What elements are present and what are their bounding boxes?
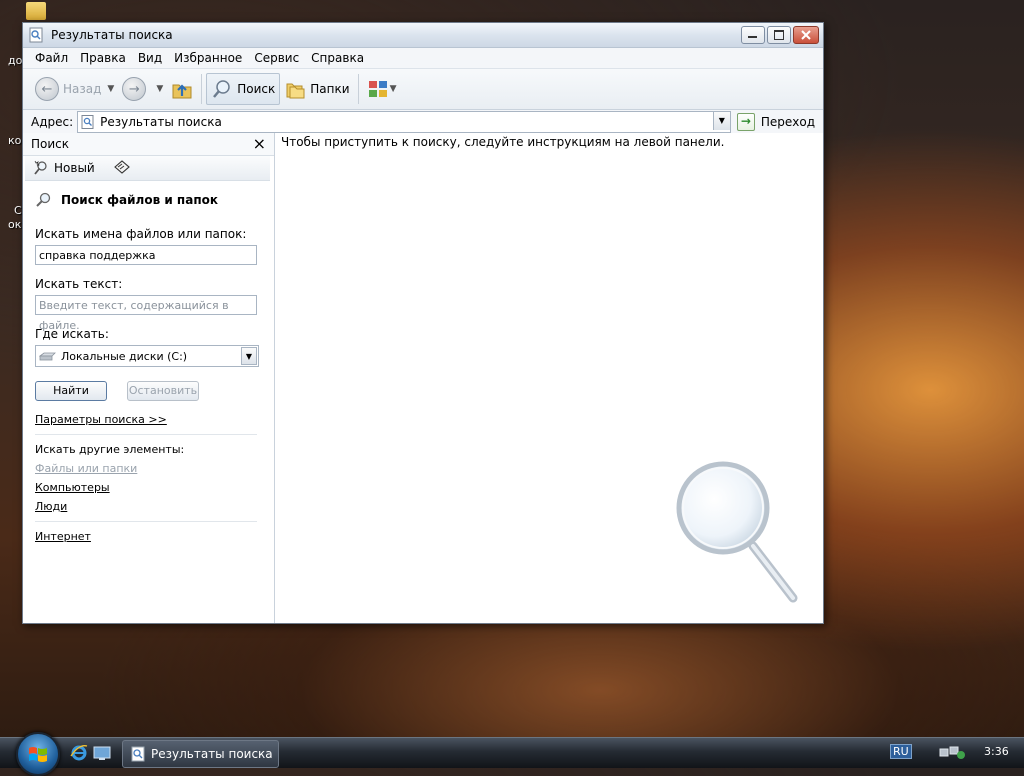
close-icon (801, 30, 811, 40)
text-input[interactable]: Введите текст, содержащийся в файле. (35, 295, 257, 332)
minimize-button[interactable] (741, 26, 765, 44)
up-folder-icon (172, 84, 192, 99)
filename-input[interactable]: справка поддержка (35, 245, 257, 265)
new-search-label: Новый (54, 161, 95, 175)
desktop-folder-icon[interactable] (26, 2, 46, 20)
search-results-window: Результаты поиска Файл Правка Вид Избран… (22, 22, 824, 624)
magnifier-icon (676, 461, 798, 603)
search-label: Поиск (237, 82, 276, 96)
address-field[interactable]: Результаты поиска ▼ (77, 111, 731, 133)
address-dropdown-icon[interactable]: ▼ (712, 112, 730, 130)
results-pane: Чтобы приступить к поиску, следуйте инст… (275, 133, 823, 623)
go-label: Переход (760, 115, 815, 129)
menu-view[interactable]: Вид (132, 51, 168, 65)
go-arrow-icon: → (736, 113, 755, 131)
menu-edit[interactable]: Правка (74, 51, 132, 65)
go-button[interactable]: → Переход (731, 113, 823, 131)
where-value: Локальные диски (C:) (61, 349, 188, 363)
views-dropdown-icon[interactable]: ▼ (390, 84, 397, 94)
internet-explorer-icon[interactable] (70, 744, 88, 762)
toolbar-separator (201, 74, 203, 104)
where-select[interactable]: Локальные диски (C:) ▼ (35, 345, 259, 367)
search-results-icon (131, 746, 145, 762)
forward-button[interactable]: → ▼ (118, 74, 167, 104)
divider (35, 521, 257, 522)
toolbar: ← Назад ▼ → ▼ Поиск Папки ▼ (23, 69, 823, 110)
search-icon (213, 80, 231, 98)
folders-icon (286, 83, 305, 99)
menu-help[interactable]: Справка (305, 51, 370, 65)
where-dropdown-icon[interactable]: ▼ (241, 347, 257, 365)
search-button[interactable]: Поиск (206, 73, 281, 105)
drive-icon (39, 352, 56, 361)
link-computers[interactable]: Компьютеры (35, 481, 262, 494)
filename-label: Искать имена файлов или папок: (35, 227, 247, 241)
address-label: Адрес: (31, 115, 74, 129)
search-results-icon (81, 115, 94, 129)
where-label: Где искать: (35, 327, 109, 341)
back-dropdown-icon[interactable]: ▼ (107, 84, 114, 94)
back-arrow-icon: ← (35, 77, 59, 101)
desktop-label: ко (8, 134, 22, 147)
search-section-title: Поиск файлов и папок (23, 181, 274, 209)
search-files-icon (36, 192, 51, 207)
toolbar-separator (357, 74, 359, 104)
up-folder-button[interactable] (167, 74, 197, 104)
network-tray-icon[interactable] (938, 745, 968, 761)
close-pane-icon[interactable]: × (253, 136, 266, 152)
taskbar: Результаты поиска RU 3:36 (0, 732, 1024, 776)
search-pane-header: Поиск × (23, 133, 274, 156)
search-pane-title: Поиск (31, 137, 70, 151)
search-pane: Поиск × Новый Поиск файлов и папок Искат… (23, 133, 275, 623)
link-internet[interactable]: Интернет (35, 530, 262, 543)
folders-button[interactable]: Папки (280, 74, 353, 104)
taskbar-item-label: Результаты поиска (151, 747, 273, 761)
maximize-button[interactable] (767, 26, 791, 44)
content-area: Поиск × Новый Поиск файлов и папок Искат… (23, 133, 823, 623)
address-bar: Адрес: Результаты поиска ▼ → Переход (23, 110, 823, 135)
desktop-label: до (8, 54, 23, 67)
menu-tools[interactable]: Сервис (248, 51, 305, 65)
folders-label: Папки (310, 82, 350, 96)
link-files-folders[interactable]: Файлы или папки (35, 462, 262, 475)
divider (35, 434, 257, 435)
show-desktop-icon[interactable] (93, 744, 111, 762)
menu-favorites[interactable]: Избранное (168, 51, 248, 65)
start-button[interactable] (16, 732, 60, 776)
other-items-label: Искать другие элементы: (35, 443, 185, 456)
search-companion-button[interactable] (113, 159, 131, 178)
text-label: Искать текст: (35, 277, 123, 291)
address-value: Результаты поиска (100, 115, 222, 129)
stop-button[interactable]: Остановить (127, 381, 199, 401)
views-button[interactable]: ▼ (363, 74, 401, 104)
close-button[interactable] (793, 26, 819, 44)
search-options-link[interactable]: Параметры поиска >> (35, 413, 262, 426)
back-label: Назад (63, 82, 102, 96)
desktop-label: ок (8, 218, 22, 231)
search-results-icon (29, 27, 43, 43)
new-search-button[interactable]: Новый (33, 160, 95, 176)
forward-dropdown-icon[interactable]: ▼ (156, 84, 163, 94)
find-button[interactable]: Найти (35, 381, 107, 401)
menu-bar: Файл Правка Вид Избранное Сервис Справка (23, 48, 823, 69)
window-title: Результаты поиска (51, 28, 173, 42)
title-bar[interactable]: Результаты поиска (23, 23, 823, 48)
new-search-icon (34, 160, 47, 175)
section-title-text: Поиск файлов и папок (61, 193, 219, 207)
views-icon (368, 81, 387, 97)
menu-file[interactable]: Файл (29, 51, 74, 65)
minimize-icon (748, 36, 757, 38)
back-button[interactable]: ← Назад ▼ (31, 74, 118, 104)
taskbar-item-search-results[interactable]: Результаты поиска (122, 740, 279, 768)
book-icon (113, 159, 130, 174)
results-hint: Чтобы приступить к поиску, следуйте инст… (281, 135, 725, 149)
forward-arrow-icon: → (122, 77, 147, 101)
link-people[interactable]: Люди (35, 500, 262, 513)
desktop-label: С (14, 204, 22, 217)
language-indicator[interactable]: RU (890, 744, 912, 759)
maximize-icon (774, 30, 784, 40)
search-pane-toolbar: Новый (25, 156, 270, 181)
clock[interactable]: 3:36 (984, 745, 1009, 758)
windows-logo-icon (29, 747, 47, 762)
